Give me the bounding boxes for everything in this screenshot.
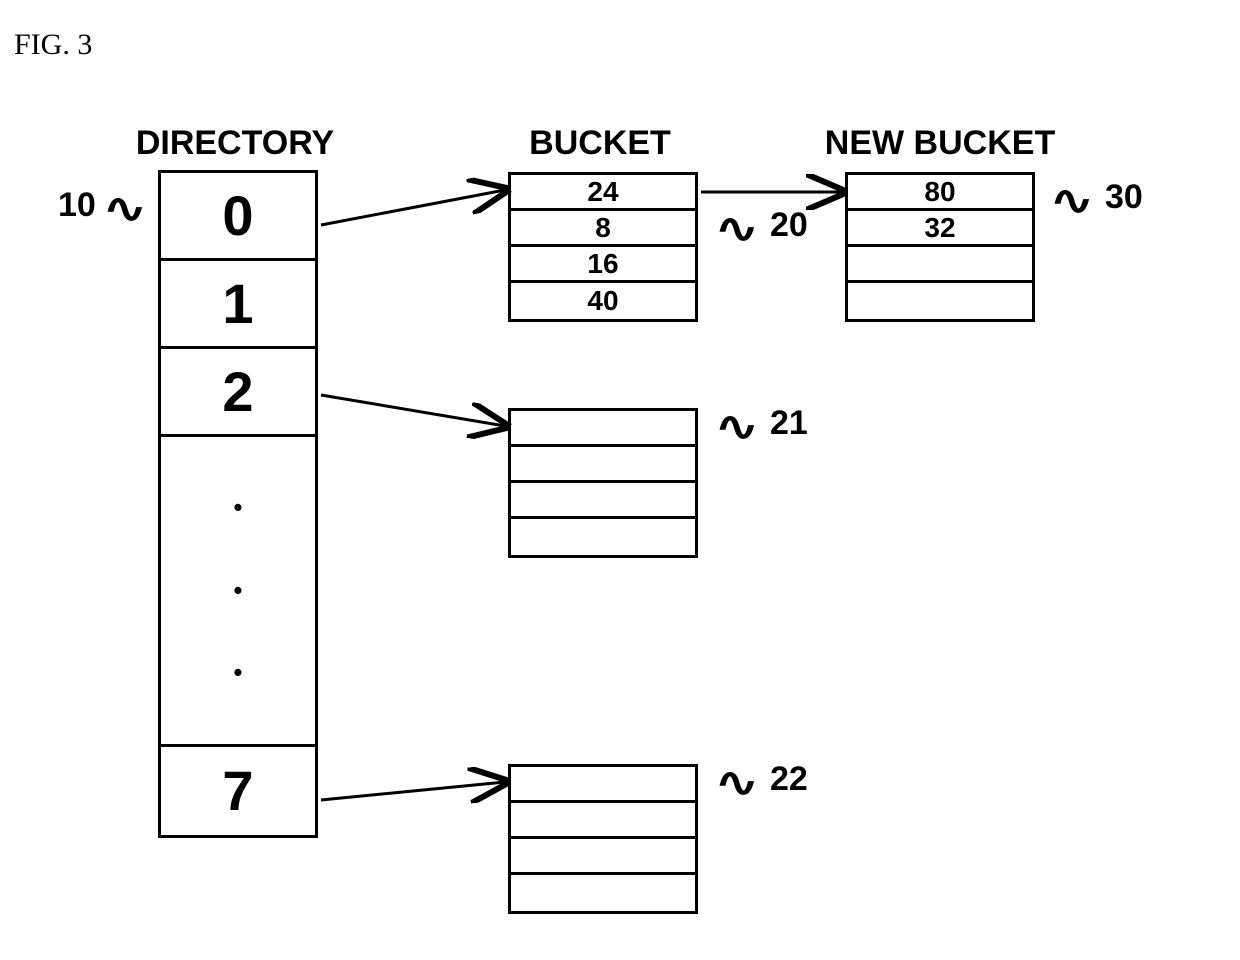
directory-table: 0 1 2 · · · 7 [158,170,318,838]
bucket-21 [508,408,698,558]
bucket-cell: 8 [511,211,695,247]
directory-cell: 0 [161,173,315,261]
bucket-cell [511,875,695,911]
bucket-20: 24 8 16 40 [508,172,698,322]
directory-ellipsis: · · · [161,437,315,747]
directory-cell: 1 [161,261,315,349]
bucket-cell [511,767,695,803]
bucket-cell [848,283,1032,319]
bucket-header: BUCKET [500,124,700,163]
tilde-icon: ∿ [1050,178,1094,224]
tilde-icon: ∿ [715,206,759,252]
directory-cell: 2 [161,349,315,437]
bucket-cell [511,411,695,447]
directory-cell: 7 [161,747,315,835]
ref-21: 21 [770,404,808,443]
newbucket-header: NEW BUCKET [800,124,1080,163]
bucket-cell: 32 [848,211,1032,247]
bucket-30: 80 32 [845,172,1035,322]
bucket-cell [848,247,1032,283]
bucket-cell: 80 [848,175,1032,211]
ref-10: 10 [58,186,96,225]
bucket-cell [511,483,695,519]
bucket-cell: 24 [511,175,695,211]
bucket-cell [511,447,695,483]
dot-icon: · [231,580,246,602]
bucket-cell: 16 [511,247,695,283]
tilde-icon: ∿ [715,760,759,806]
figure-label: FIG. 3 [14,28,92,62]
bucket-22 [508,764,698,914]
ref-20: 20 [770,206,808,245]
dot-icon: · [231,662,246,684]
bucket-cell [511,519,695,555]
arrow-icon [321,395,505,426]
tilde-icon: ∿ [103,186,147,232]
ref-22: 22 [770,760,808,799]
bucket-cell [511,803,695,839]
tilde-icon: ∿ [715,404,759,450]
bucket-cell [511,839,695,875]
arrow-icon [321,782,505,800]
bucket-cell: 40 [511,283,695,319]
arrow-icon [321,190,505,225]
ref-30: 30 [1105,178,1143,217]
directory-header: DIRECTORY [120,124,350,163]
dot-icon: · [231,497,246,519]
